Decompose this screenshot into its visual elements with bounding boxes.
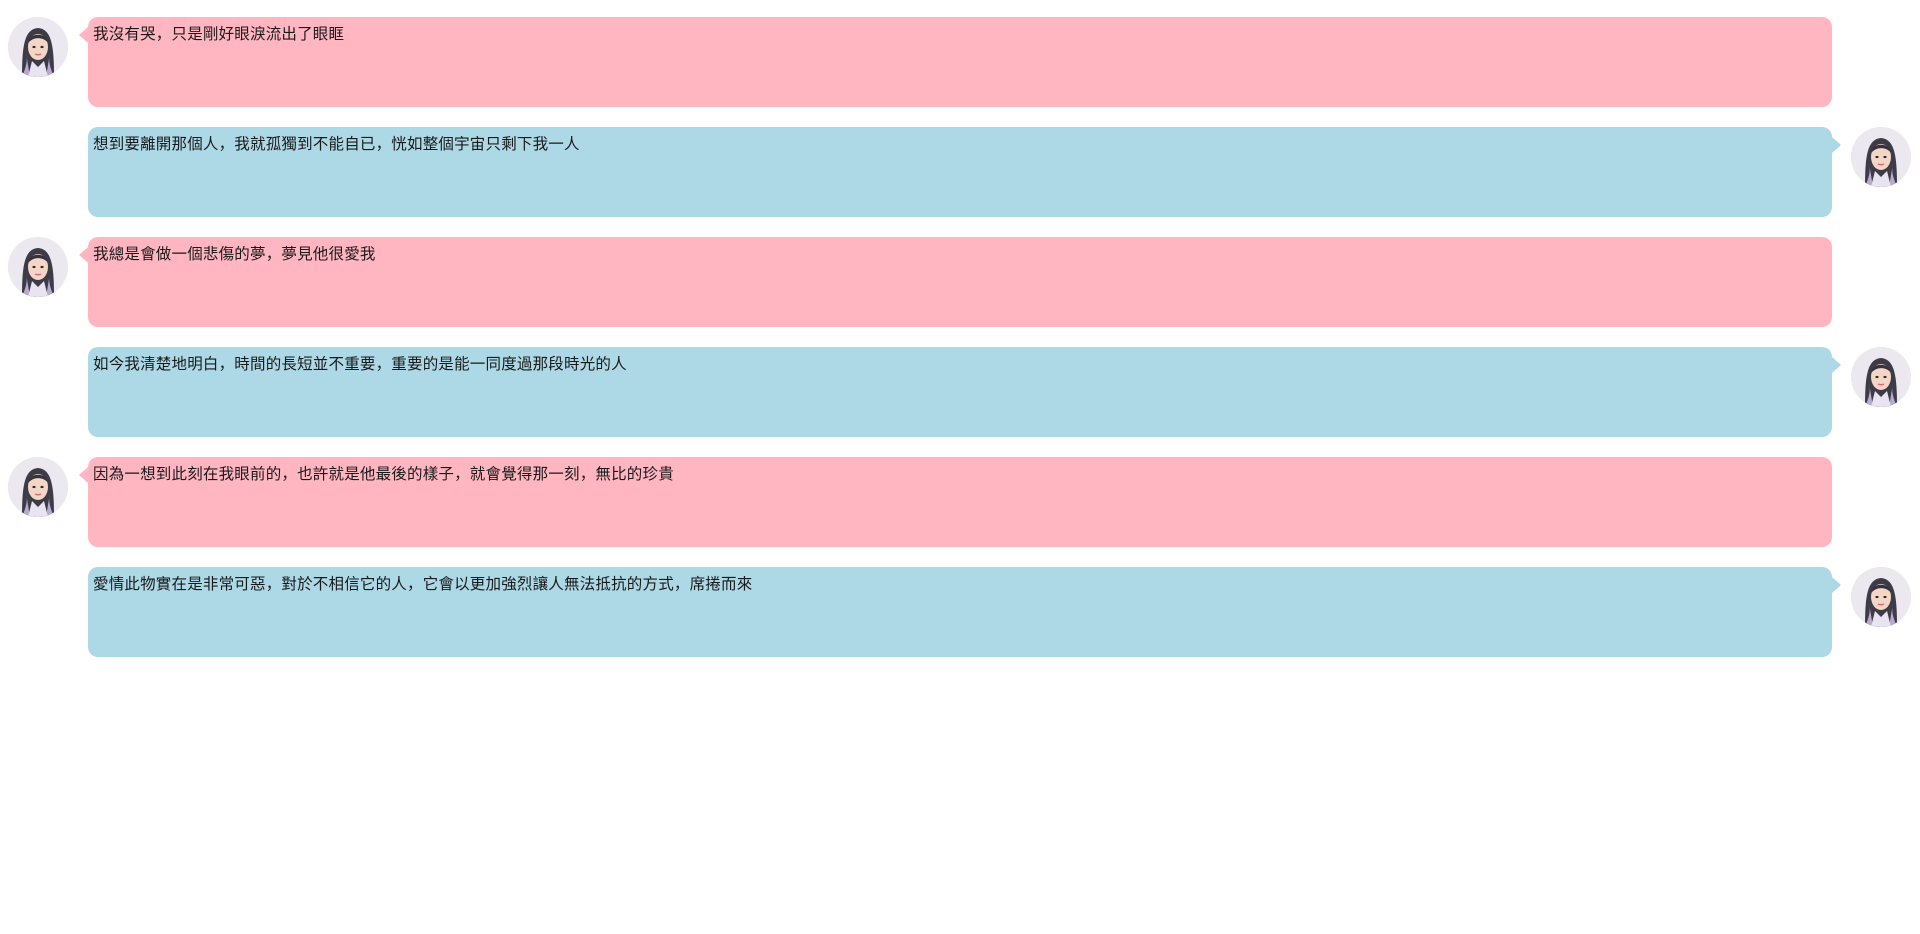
chat-thread: 我沒有哭，只是剛好眼淚流出了眼眶 想到要離開那個人，我就孤獨到不能自已，恍如整個…: [0, 0, 1920, 934]
woman-avatar-icon: [8, 457, 68, 517]
message-bubble: 如今我清楚地明白，時間的長短並不重要，重要的是能一同度過那段時光的人: [88, 347, 1841, 437]
woman-avatar-icon: [8, 17, 68, 77]
woman-avatar-icon: [1851, 347, 1911, 407]
avatar: [8, 237, 68, 297]
woman-avatar-icon: [1851, 127, 1911, 187]
message-row: 我總是會做一個悲傷的夢，夢見他很愛我: [0, 220, 1920, 330]
avatar: [1851, 567, 1911, 627]
message-row: 想到要離開那個人，我就孤獨到不能自已，恍如整個宇宙只剩下我一人: [0, 110, 1920, 220]
message-row: 如今我清楚地明白，時間的長短並不重要，重要的是能一同度過那段時光的人: [0, 330, 1920, 440]
message-row: 因為一想到此刻在我眼前的，也許就是他最後的樣子，就會覺得那一刻，無比的珍貴: [0, 440, 1920, 550]
avatar: [1851, 347, 1911, 407]
message-bubble: 愛情此物實在是非常可惡，對於不相信它的人，它會以更加強烈讓人無法抵抗的方式，席捲…: [88, 567, 1841, 657]
message-bubble: 我沒有哭，只是剛好眼淚流出了眼眶: [79, 17, 1832, 107]
message-bubble: 因為一想到此刻在我眼前的，也許就是他最後的樣子，就會覺得那一刻，無比的珍貴: [79, 457, 1832, 547]
message-row: 我沒有哭，只是剛好眼淚流出了眼眶: [0, 0, 1920, 110]
message-bubble: 我總是會做一個悲傷的夢，夢見他很愛我: [79, 237, 1832, 327]
avatar: [8, 457, 68, 517]
avatar: [8, 17, 68, 77]
message-bubble: 想到要離開那個人，我就孤獨到不能自已，恍如整個宇宙只剩下我一人: [88, 127, 1841, 217]
woman-avatar-icon: [1851, 567, 1911, 627]
message-row: 愛情此物實在是非常可惡，對於不相信它的人，它會以更加強烈讓人無法抵抗的方式，席捲…: [0, 550, 1920, 660]
woman-avatar-icon: [8, 237, 68, 297]
avatar: [1851, 127, 1911, 187]
